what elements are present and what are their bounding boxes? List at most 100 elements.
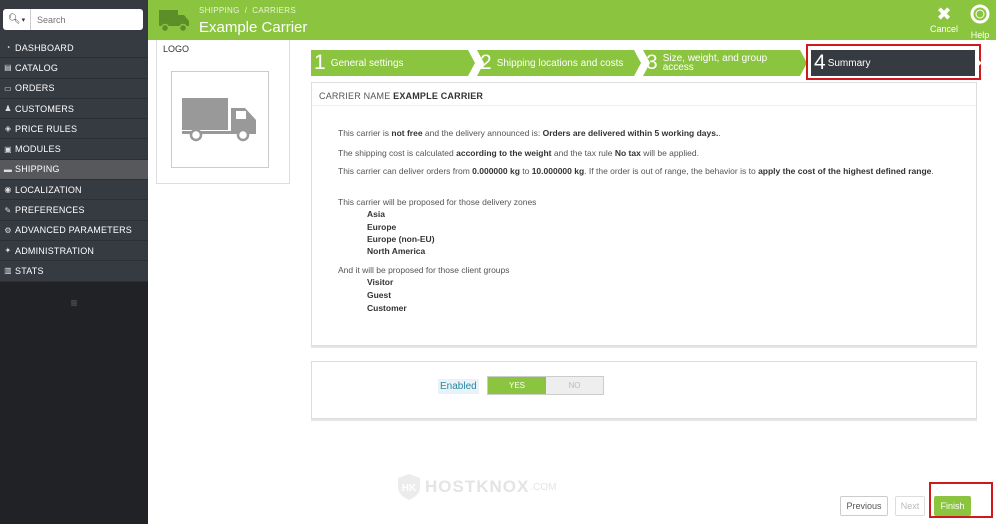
divider bbox=[312, 105, 976, 106]
summary-groups-intro: And it will be proposed for those client… bbox=[338, 265, 510, 275]
breadcrumb: SHIPPING / CARRIERS bbox=[199, 6, 296, 15]
dashboard-icon: ◔ bbox=[5, 43, 11, 53]
previous-button[interactable]: Previous bbox=[840, 496, 888, 516]
price-rules-icon: ◈ bbox=[4, 124, 12, 134]
wrench-icon: ✎ bbox=[4, 205, 12, 215]
sidebar-item-preferences[interactable]: ✎ PREFERENCES bbox=[0, 200, 148, 221]
step-label: Shipping locations and costs bbox=[496, 57, 624, 69]
summary-line-cost: The shipping cost is calculated accordin… bbox=[338, 148, 699, 158]
sidebar-item-stats[interactable]: ▥ STATS bbox=[0, 261, 148, 282]
sidebar-item-label: STATS bbox=[15, 265, 44, 276]
shield-icon: HK bbox=[398, 474, 420, 500]
step-general-settings[interactable]: 1 General settings bbox=[311, 50, 475, 76]
step-label: General settings bbox=[330, 57, 404, 69]
carrier-logo-image[interactable] bbox=[171, 71, 269, 168]
sidebar-item-catalog[interactable]: ▤ CATALOG bbox=[0, 58, 148, 79]
search-type-button[interactable]: 🔍︎ ▾ bbox=[3, 9, 31, 30]
catalog-icon: ▤ bbox=[4, 63, 12, 73]
step-number: 2 bbox=[480, 51, 492, 74]
step-summary[interactable]: 4 Summary bbox=[811, 50, 982, 76]
sidebar-item-administration[interactable]: ✦ ADMINISTRATION bbox=[0, 241, 148, 262]
finish-button[interactable]: Finish bbox=[934, 496, 971, 516]
summary-panel: CARRIER NAME EXAMPLE CARRIER This carrie… bbox=[311, 82, 977, 346]
truck-icon bbox=[182, 97, 256, 141]
breadcrumb-separator: / bbox=[244, 6, 248, 15]
modules-icon: ▣ bbox=[4, 144, 12, 154]
group-item: Guest bbox=[367, 290, 392, 300]
lifebuoy-icon bbox=[966, 4, 994, 30]
globe-icon: ◉ bbox=[4, 185, 12, 195]
sidebar-menu: ◔ DASHBOARD ▤ CATALOG ▭ ORDERS ♟ CUSTOMERS ◈ PRIC… bbox=[0, 38, 148, 282]
group-item: Visitor bbox=[367, 277, 394, 287]
step-label: Summary bbox=[827, 57, 871, 69]
sidebar-item-label: ADMINISTRATION bbox=[15, 245, 95, 256]
zone-item: Europe bbox=[367, 222, 397, 232]
cog-icon: ✦ bbox=[4, 246, 12, 256]
step-shipping-locations[interactable]: 2 Shipping locations and costs bbox=[477, 50, 641, 76]
group-item: Customer bbox=[367, 303, 407, 313]
cancel-button[interactable]: ✖ Cancel bbox=[930, 4, 958, 34]
cancel-label: Cancel bbox=[930, 24, 959, 34]
watermark-text: HOSTKNOX bbox=[425, 477, 530, 496]
step-summary-highlight: 4 Summary bbox=[806, 44, 982, 80]
chevron-down-icon: ▾ bbox=[21, 16, 26, 24]
page-title: Example Carrier bbox=[199, 19, 308, 36]
stats-icon: ▥ bbox=[4, 266, 12, 276]
breadcrumb-item[interactable]: SHIPPING bbox=[199, 6, 240, 15]
sidebar-item-dashboard[interactable]: ◔ DASHBOARD bbox=[0, 38, 148, 59]
summary-zones-intro: This carrier will be proposed for those … bbox=[338, 197, 537, 207]
truck-icon: ▬ bbox=[3, 164, 13, 174]
enabled-panel: Enabled YES NO bbox=[311, 361, 977, 419]
zone-item: Asia bbox=[367, 209, 385, 219]
enabled-toggle[interactable]: YES NO bbox=[487, 376, 604, 395]
svg-text:HK: HK bbox=[402, 483, 417, 494]
sidebar: 🔍︎▾ ◔DASHBOARD▤CATALOG▭ORDERS♟CUSTOMERS◈… bbox=[0, 0, 148, 524]
summary-heading: CARRIER NAME EXAMPLE CARRIER bbox=[319, 91, 484, 101]
watermark: HK HOSTKNOX .COM bbox=[397, 473, 556, 501]
sidebar-item-label: LOCALIZATION bbox=[15, 184, 82, 195]
sidebar-item-label: ADVANCED PARAMETERS bbox=[15, 225, 132, 236]
search-bar: 🔍︎ ▾ bbox=[0, 0, 148, 38]
collapse-menu-icon[interactable]: ≡ bbox=[0, 282, 148, 310]
orders-icon: ▭ bbox=[4, 83, 12, 93]
toggle-no[interactable]: NO bbox=[546, 377, 603, 394]
zone-item: Europe (non-EU) bbox=[367, 234, 435, 244]
sidebar-item-shipping[interactable]: ▬ SHIPPING bbox=[0, 159, 148, 181]
sidebar-item-label: SHIPPING bbox=[15, 164, 60, 175]
truck-icon bbox=[159, 10, 189, 32]
watermark-suffix: .COM bbox=[530, 481, 557, 493]
sidebar-item-modules[interactable]: ▣ MODULES bbox=[0, 139, 148, 160]
sidebar-item-label: CATALOG bbox=[15, 62, 59, 73]
breadcrumb-item[interactable]: CARRIERS bbox=[252, 6, 296, 15]
sidebar-item-label: PRICE RULES bbox=[15, 123, 78, 134]
search-input[interactable] bbox=[31, 9, 143, 30]
sidebar-item-localization[interactable]: ◉ LOCALIZATION bbox=[0, 180, 148, 201]
cogs-icon: ⚙ bbox=[4, 225, 12, 235]
page-header: SHIPPING / CARRIERS Example Carrier ✖ Ca… bbox=[148, 0, 996, 40]
sidebar-item-label: DASHBOARD bbox=[15, 42, 74, 53]
step-label: Size, weight, and group access bbox=[662, 53, 768, 73]
logo-label: LOGO bbox=[163, 44, 190, 54]
sidebar-item-label: CUSTOMERS bbox=[15, 103, 75, 114]
logo-panel: LOGO bbox=[156, 40, 290, 184]
step-number: 4 bbox=[814, 51, 826, 74]
sidebar-item-orders[interactable]: ▭ ORDERS bbox=[0, 79, 148, 99]
step-arrow bbox=[975, 57, 982, 69]
sidebar-item-price-rules[interactable]: ◈ PRICE RULES bbox=[0, 119, 148, 140]
sidebar-item-customers[interactable]: ♟ CUSTOMERS bbox=[0, 99, 148, 120]
step-size-weight-group[interactable]: 3 Size, weight, and group access bbox=[643, 50, 807, 76]
sidebar-item-label: ORDERS bbox=[15, 83, 55, 94]
close-icon: ✖ bbox=[936, 4, 952, 24]
sidebar-item-advanced-parameters[interactable]: ⚙ ADVANCED PARAMETERS bbox=[0, 221, 148, 241]
toggle-yes[interactable]: YES bbox=[488, 377, 546, 394]
help-button[interactable]: Help bbox=[966, 4, 994, 40]
summary-line-price: This carrier is not free and the deliver… bbox=[338, 128, 721, 138]
next-button[interactable]: Next bbox=[895, 496, 925, 516]
search-icon: 🔍︎ bbox=[7, 14, 21, 25]
zone-item: North America bbox=[367, 246, 426, 256]
customers-icon: ♟ bbox=[4, 104, 12, 114]
sidebar-item-label: MODULES bbox=[15, 144, 61, 155]
summary-line-range: This carrier can deliver orders from 0.0… bbox=[338, 166, 934, 176]
step-number: 3 bbox=[646, 51, 658, 74]
enabled-label: Enabled bbox=[438, 379, 479, 394]
